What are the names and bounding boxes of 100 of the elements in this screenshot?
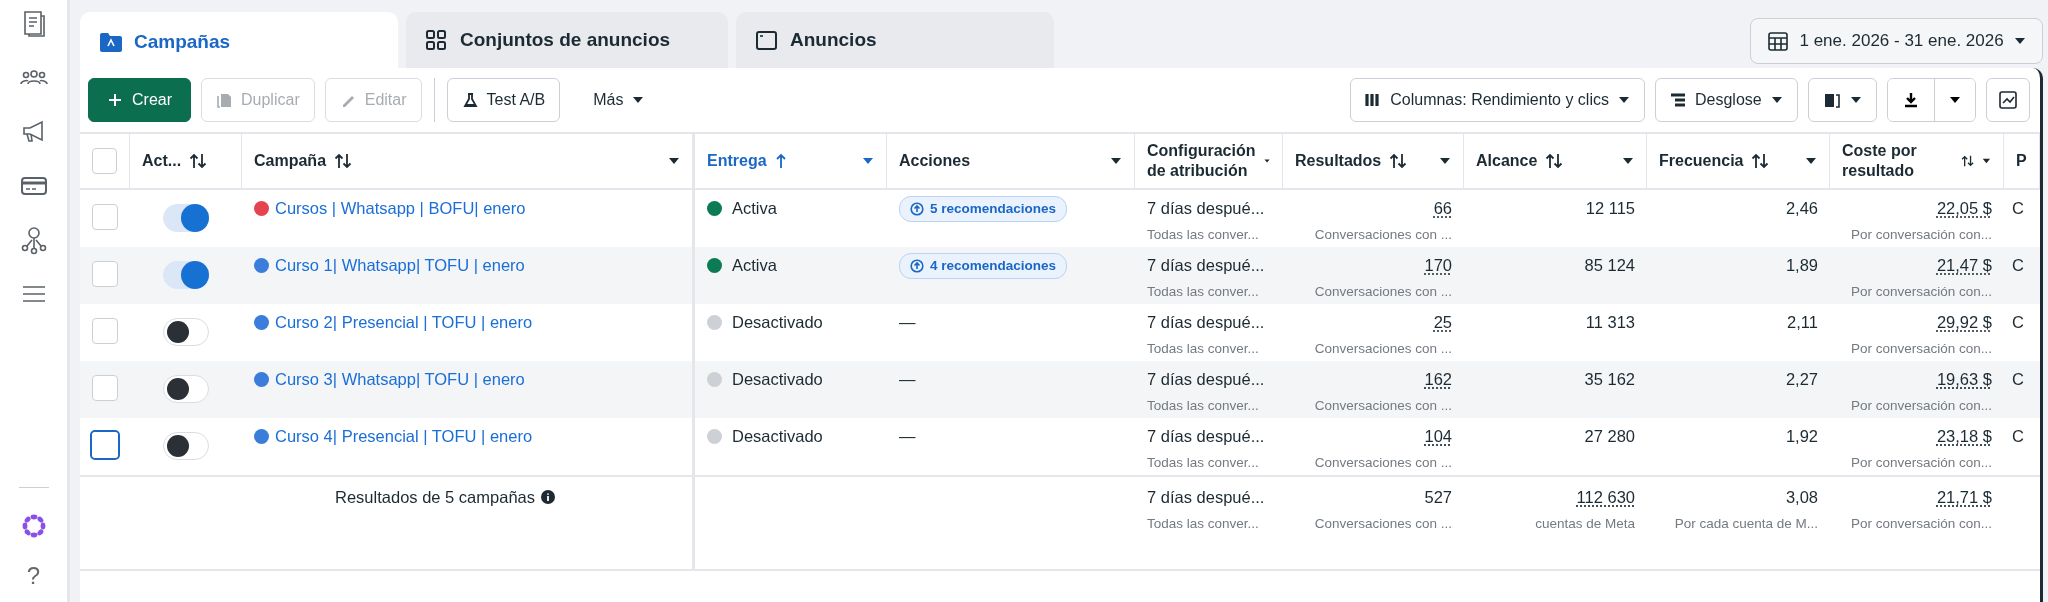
- table-cell-text: —: [899, 426, 916, 447]
- caret-icon: [2013, 37, 2026, 45]
- results-link[interactable]: 104: [1424, 424, 1452, 449]
- campaign-link[interactable]: Curso 2| Presencial | TOFU | enero: [275, 310, 533, 335]
- table-cell-text: Por conversación con...: [1850, 339, 1992, 358]
- table-cell-text: 7 días despué...: [1147, 426, 1266, 447]
- tab[interactable]: Conjuntos de anuncios: [406, 12, 728, 68]
- caret-icon: [1948, 96, 1961, 104]
- campaign-link[interactable]: Curso 4| Presencial | TOFU | enero: [275, 424, 533, 449]
- export-split-button[interactable]: [1886, 78, 1976, 122]
- column-header[interactable]: Entrega: [707, 151, 767, 171]
- toolbar-button[interactable]: Test A/B: [446, 78, 561, 122]
- table-cell-text: 7 días despué...: [1147, 312, 1266, 333]
- checkbox[interactable]: [92, 204, 118, 230]
- results-summary: Resultados de 5 campañas: [335, 487, 535, 508]
- caret-icon: [1617, 96, 1630, 104]
- delivery-status: Desactivado: [732, 369, 823, 390]
- table-cell-text: 12 115: [1585, 198, 1635, 219]
- toggle-switch[interactable]: [163, 375, 209, 403]
- table-cell-text: 2,11: [1787, 312, 1818, 333]
- toggle-switch[interactable]: [163, 204, 209, 232]
- reach-link[interactable]: 112 630: [1576, 485, 1635, 510]
- table-cell-text: 1,92: [1785, 426, 1818, 447]
- table-cell-text: Conversaciones con ...: [1314, 396, 1452, 415]
- cost-link[interactable]: 19,63 $: [1936, 367, 1992, 392]
- checkbox[interactable]: [92, 318, 118, 344]
- toggle-switch[interactable]: [163, 318, 209, 346]
- toggle-switch[interactable]: [163, 432, 209, 460]
- window-icon: [754, 28, 778, 52]
- column-header[interactable]: Acciones: [899, 151, 971, 171]
- cost-link[interactable]: 21,71 $: [1936, 485, 1992, 510]
- chart-button[interactable]: [1985, 78, 2030, 122]
- table-cell-text: Todas las conver...: [1147, 514, 1260, 533]
- table-cell-text: Todas las conver...: [1147, 282, 1260, 301]
- checkbox[interactable]: [92, 375, 118, 401]
- info-icon: [541, 490, 555, 505]
- column-header[interactable]: P: [2016, 151, 2027, 171]
- toolbar-button[interactable]: Desglose: [1654, 78, 1798, 122]
- table-cell-text: 35 162: [1584, 369, 1635, 390]
- table-cell-text: —: [899, 312, 916, 333]
- delivery-status: Desactivado: [732, 312, 823, 333]
- help-button[interactable]: ?: [26, 564, 41, 588]
- checkbox[interactable]: [92, 148, 117, 174]
- results-link[interactable]: 170: [1424, 253, 1452, 278]
- column-header[interactable]: Campaña: [254, 151, 327, 171]
- column-header[interactable]: Act...: [142, 151, 182, 171]
- table-cell-text: 7 días despué...: [1147, 369, 1266, 390]
- cost-link[interactable]: 22,05 $: [1936, 196, 1992, 221]
- table-cell-text: C: [2012, 255, 2025, 276]
- table-cell-text: Todas las conver...: [1147, 396, 1260, 415]
- delivery-status: Activa: [732, 198, 777, 219]
- checkbox[interactable]: [92, 261, 118, 287]
- results-link[interactable]: 25: [1433, 310, 1452, 335]
- plus-icon: [107, 92, 123, 108]
- cost-link[interactable]: 29,92 $: [1936, 310, 1992, 335]
- recommendations-badge[interactable]: 4 recomendaciones: [899, 253, 1068, 280]
- campaign-link[interactable]: Cursos | Whatsapp | BOFU| enero: [275, 196, 526, 221]
- date-range-button[interactable]: 1 ene. 2026 - 31 ene. 2026: [1750, 18, 2043, 64]
- breakdown-icon: [1669, 92, 1686, 108]
- cost-link[interactable]: 23,18 $: [1936, 424, 1992, 449]
- table-cell-text: 2,46: [1785, 198, 1818, 219]
- column-header[interactable]: Frecuencia: [1659, 151, 1744, 171]
- column-header[interactable]: Resultados: [1295, 151, 1382, 171]
- arrow-up-circle-icon: [910, 202, 924, 217]
- tab[interactable]: Anuncios: [736, 12, 1054, 68]
- table-cell-text: 85 124: [1584, 255, 1635, 276]
- table-cell-text: cuentas de Meta: [1535, 514, 1635, 533]
- table-cell-text: Por conversación con...: [1850, 282, 1992, 301]
- toggle-switch[interactable]: [163, 261, 209, 289]
- table-cell-text: 7 días despué...: [1147, 198, 1266, 219]
- documents-icon: [1822, 91, 1841, 109]
- table-cell-text: 11 313: [1585, 312, 1635, 333]
- table-cell-text: 3,08: [1785, 487, 1818, 508]
- toolbar-button[interactable]: Columnas: Rendimiento y clics: [1350, 78, 1645, 122]
- copy-icon: [216, 92, 232, 108]
- table-cell-text: Por conversación con...: [1850, 453, 1992, 472]
- table-cell-text: Por cada cuenta de M...: [1674, 514, 1818, 533]
- table-cell-text: Todas las conver...: [1147, 225, 1260, 244]
- results-link[interactable]: 66: [1433, 196, 1452, 221]
- table-cell-text: C: [2012, 198, 2025, 219]
- chart-icon: [1997, 90, 2018, 110]
- folder-icon: [98, 30, 122, 54]
- caret-icon: [632, 96, 645, 104]
- table-cell-text: C: [2012, 312, 2025, 333]
- cost-link[interactable]: 21,47 $: [1936, 253, 1992, 278]
- column-header[interactable]: Alcance: [1476, 151, 1538, 171]
- delivery-status: Activa: [732, 255, 777, 276]
- results-link[interactable]: 162: [1424, 367, 1452, 392]
- recommendations-badge[interactable]: 5 recomendaciones: [899, 196, 1068, 223]
- caret-icon: [1770, 96, 1783, 104]
- table-cell-text: C: [2012, 426, 2025, 447]
- reports-menu-button[interactable]: [1807, 78, 1877, 122]
- calendar-icon: [1767, 30, 1790, 52]
- table-cell-text: Por conversación con...: [1850, 396, 1992, 415]
- table-cell-text: —: [899, 369, 916, 390]
- delivery-status: Desactivado: [732, 426, 823, 447]
- table-cell-text: Todas las conver...: [1147, 339, 1260, 358]
- toolbar-button[interactable]: Crear: [88, 78, 191, 122]
- table-cell-text: Conversaciones con ...: [1314, 225, 1452, 244]
- arrow-up-circle-icon: [910, 259, 924, 274]
